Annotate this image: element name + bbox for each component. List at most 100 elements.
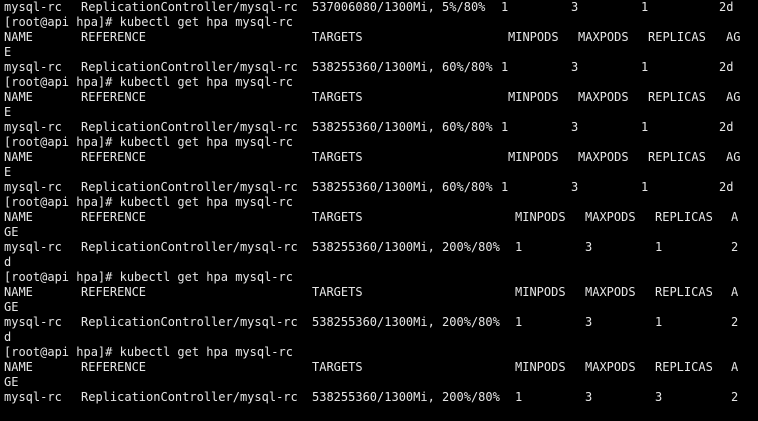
cell-maxpods: 3	[585, 315, 593, 329]
column-header-minpods: MINPODS	[508, 150, 559, 164]
column-header-maxpods: MAXPODS	[585, 210, 636, 224]
cell-reference: ReplicationController/mysql-rc	[81, 240, 298, 254]
cell-minpods: 1	[515, 390, 523, 404]
cell-reference: ReplicationController/mysql-rc	[81, 60, 298, 74]
cell-age: 2	[731, 315, 739, 329]
column-header-maxpods: MAXPODS	[578, 150, 629, 164]
cell-minpods: 1	[515, 240, 523, 254]
cell-maxpods: 3	[571, 120, 579, 134]
cell-age: 2	[731, 240, 739, 254]
terminal-line: [root@api hpa]# kubectl get hpa mysql-rc	[0, 135, 758, 150]
terminal-line: [root@api hpa]# kubectl get hpa mysql-rc	[0, 195, 758, 210]
cell-minpods: 1	[501, 180, 509, 194]
column-header-name: NAME	[4, 150, 33, 164]
cell-reference: ReplicationController/mysql-rc	[81, 120, 298, 134]
shell-prompt-command: [root@api hpa]# kubectl get hpa mysql-rc	[4, 345, 293, 359]
terminal-line: [root@api hpa]# kubectl get hpa mysql-rc	[0, 345, 758, 360]
terminal-line: [root@api hpa]# kubectl get hpa mysql-rc	[0, 15, 758, 30]
column-header-age: AG	[726, 150, 741, 164]
wrapped-text: GE	[4, 225, 19, 239]
column-header-reference: REFERENCE	[81, 285, 147, 299]
cell-targets: 538255360/1300Mi, 60%/80%	[312, 120, 493, 134]
cell-reference: ReplicationController/mysql-rc	[81, 180, 298, 194]
cell-replicas: 1	[641, 120, 649, 134]
cell-age: 2d	[719, 180, 734, 194]
cell-maxpods: 3	[585, 240, 593, 254]
column-header-age: AG	[726, 90, 741, 104]
column-header-minpods: MINPODS	[508, 30, 559, 44]
terminal-line: mysql-rc ReplicationController/mysql-rc 53…	[0, 180, 758, 195]
terminal-line: GE	[0, 225, 758, 240]
shell-prompt-command: [root@api hpa]# kubectl get hpa mysql-rc	[4, 135, 293, 149]
cell-age: 2d	[719, 60, 734, 74]
terminal-line: [root@api hpa]# kubectl get hpa mysql-rc	[0, 270, 758, 285]
cell-maxpods: 3	[571, 60, 579, 74]
terminal-line: d	[0, 255, 758, 270]
cell-name: mysql-rc	[4, 60, 62, 74]
cell-minpods: 1	[501, 120, 509, 134]
column-header-name: NAME	[4, 30, 33, 44]
terminal-line: GE	[0, 375, 758, 390]
cell-replicas: 1	[641, 0, 649, 14]
column-header-maxpods: MAXPODS	[585, 360, 636, 374]
wrapped-text: GE	[4, 300, 19, 314]
terminal-line: mysql-rc ReplicationController/mysql-rc 53…	[0, 120, 758, 135]
wrapped-text: GE	[4, 375, 19, 389]
cell-name: mysql-rc	[4, 0, 62, 14]
wrapped-text: E	[4, 105, 12, 119]
column-header-reference: REFERENCE	[81, 360, 147, 374]
cell-targets: 538255360/1300Mi, 200%/80%	[312, 240, 500, 254]
column-header-replicas: REPLICAS	[648, 30, 706, 44]
cell-age: 2	[731, 390, 739, 404]
cell-targets: 538255360/1300Mi, 60%/80%	[312, 180, 493, 194]
cell-age: 2d	[719, 120, 734, 134]
column-header-targets: TARGETS	[312, 360, 363, 374]
column-header-minpods: MINPODS	[515, 285, 566, 299]
column-header-maxpods: MAXPODS	[578, 90, 629, 104]
cell-reference: ReplicationController/mysql-rc	[81, 390, 298, 404]
wrapped-text: E	[4, 165, 12, 179]
column-header-age: A	[731, 210, 739, 224]
terminal-line: mysql-rc ReplicationController/mysql-rc 53…	[0, 390, 758, 405]
terminal-line: mysql-rc ReplicationController/mysql-rc 53…	[0, 240, 758, 255]
cell-replicas: 1	[655, 315, 663, 329]
terminal-line: E	[0, 165, 758, 180]
shell-prompt-command: [root@api hpa]# kubectl get hpa mysql-rc	[4, 15, 293, 29]
column-header-minpods: MINPODS	[515, 210, 566, 224]
column-header-replicas: REPLICAS	[655, 360, 713, 374]
column-header-name: NAME	[4, 90, 33, 104]
cell-targets: 538255360/1300Mi, 200%/80%	[312, 315, 500, 329]
column-header-name: NAME	[4, 285, 33, 299]
cell-maxpods: 3	[571, 0, 579, 14]
wrapped-text: d	[4, 255, 12, 269]
cell-minpods: 1	[515, 315, 523, 329]
shell-prompt-command: [root@api hpa]# kubectl get hpa mysql-rc	[4, 270, 293, 284]
cell-name: mysql-rc	[4, 180, 62, 194]
column-header-targets: TARGETS	[312, 90, 363, 104]
terminal-window[interactable]: mysql-rc ReplicationController/mysql-rc 53…	[0, 0, 758, 421]
cell-replicas: 1	[655, 240, 663, 254]
shell-prompt-command: [root@api hpa]# kubectl get hpa mysql-rc	[4, 195, 293, 209]
column-header-reference: REFERENCE	[81, 90, 147, 104]
cell-name: mysql-rc	[4, 390, 62, 404]
column-header-targets: TARGETS	[312, 150, 363, 164]
column-header-reference: REFERENCE	[81, 30, 147, 44]
column-header-targets: TARGETS	[312, 30, 363, 44]
column-header-maxpods: MAXPODS	[585, 285, 636, 299]
column-header-replicas: REPLICAS	[648, 150, 706, 164]
column-header-reference: REFERENCE	[81, 210, 147, 224]
cell-replicas: 1	[641, 60, 649, 74]
column-header-replicas: REPLICAS	[648, 90, 706, 104]
cell-replicas: 3	[655, 390, 663, 404]
terminal-line: mysql-rc ReplicationController/mysql-rc 53…	[0, 315, 758, 330]
cell-maxpods: 3	[585, 390, 593, 404]
cell-targets: 538255360/1300Mi, 200%/80%	[312, 390, 500, 404]
terminal-line: NAME REFERENCE TARGETS MINPODS MAXPODS REPLIC…	[0, 150, 758, 165]
cell-minpods: 1	[501, 0, 509, 14]
terminal-line: NAME REFERENCE TARGETS MINPODS MAXPODS REPLIC…	[0, 360, 758, 375]
column-header-minpods: MINPODS	[508, 90, 559, 104]
terminal-line: NAME REFERENCE TARGETS MINPODS MAXPODS REPLIC…	[0, 90, 758, 105]
column-header-targets: TARGETS	[312, 210, 363, 224]
terminal-line: d	[0, 330, 758, 345]
terminal-line: NAME REFERENCE TARGETS MINPODS MAXPODS REPLIC…	[0, 210, 758, 225]
